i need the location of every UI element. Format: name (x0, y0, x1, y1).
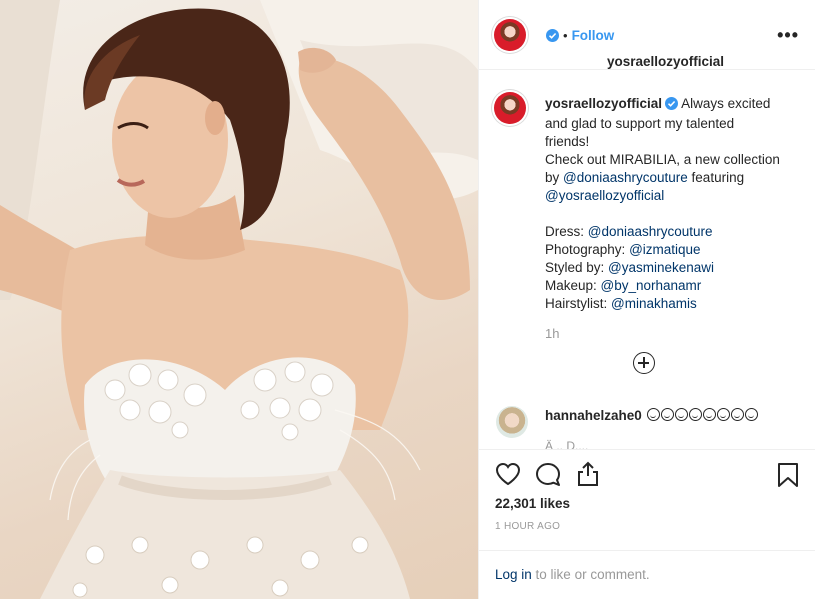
caption-text: friends! (545, 134, 590, 149)
login-link[interactable]: Log in (495, 567, 532, 582)
photo-illustration (0, 0, 478, 599)
caption-username[interactable]: yosraellozyofficial (545, 96, 662, 111)
caption-label: Photography: (545, 242, 630, 257)
smile-emoji-icon (744, 408, 758, 421)
mention-link[interactable]: @by_norhanamr (601, 278, 702, 293)
comment: hannahelzahe0 (545, 408, 758, 423)
post-caption: yosraellozyofficial Always excited and g… (545, 95, 803, 313)
caption-label: Makeup: (545, 278, 601, 293)
post-age: 1 HOUR AGO (495, 521, 561, 532)
commenter-username[interactable]: hannahelzahe0 (545, 408, 642, 423)
instagram-post-view: yosraellozyofficial • Follow ••• yosraello… (0, 0, 815, 599)
post-side-panel: yosraellozyofficial • Follow ••• yosraello… (478, 0, 815, 599)
smile-emoji-icon (646, 408, 660, 421)
likes-count[interactable]: 22,301 likes (495, 496, 570, 511)
smile-emoji-icon (674, 408, 688, 421)
caption-label: Hairstylist: (545, 296, 612, 311)
mention-link[interactable]: @yosraellozyofficial (545, 187, 803, 205)
smile-emoji-icon (688, 408, 702, 421)
author-avatar[interactable] (494, 19, 526, 51)
post-actions: 22,301 likes 1 HOUR AGO Log in to like o… (479, 449, 815, 599)
smile-emoji-icon (716, 408, 730, 421)
load-more-icon[interactable] (633, 352, 655, 374)
verified-badge-icon (546, 29, 559, 47)
caption-text: featuring (687, 170, 745, 185)
mention-link[interactable]: @doniaashrycouture (588, 224, 713, 239)
post-photo[interactable] (0, 0, 478, 599)
mention-link[interactable]: @doniaashrycouture (563, 170, 688, 185)
caption-label: Styled by: (545, 260, 609, 275)
smile-emoji-icon (730, 408, 744, 421)
commenter-avatar[interactable] (496, 406, 528, 438)
author-username[interactable]: yosraellozyofficial (607, 54, 724, 69)
mention-link[interactable]: @izmatique (629, 242, 700, 257)
share-icon[interactable] (575, 461, 601, 492)
follow-button[interactable]: Follow (572, 28, 615, 43)
verified-badge-icon (665, 97, 679, 115)
caption-timestamp: 1h (545, 326, 560, 341)
comments-area[interactable]: yosraellozyofficial Always excited and g… (479, 71, 815, 449)
heart-icon[interactable] (495, 462, 521, 491)
separator-dot: • (563, 28, 568, 43)
caption-text: Always excited (681, 96, 771, 111)
smile-emoji-icon (660, 408, 674, 421)
post-header: yosraellozyofficial • Follow ••• (479, 0, 815, 70)
more-options-icon[interactable]: ••• (777, 25, 799, 46)
comment-emojis (646, 408, 758, 423)
caption-text: Check out MIRABILIA, a new collection (545, 152, 780, 167)
comment-truncated: Ä .. D.... (545, 439, 589, 449)
author-line: yosraellozyofficial • Follow (543, 27, 724, 69)
mention-link[interactable]: @minakhamis (611, 296, 697, 311)
caption-text: and glad to support my talented (545, 116, 735, 131)
bookmark-icon[interactable] (777, 462, 799, 493)
login-prompt: Log in to like or comment. (479, 550, 815, 600)
mention-link[interactable]: @yasminekenawi (608, 260, 714, 275)
smile-emoji-icon (702, 408, 716, 421)
comment-icon[interactable] (535, 462, 561, 493)
caption-label: Dress: (545, 224, 588, 239)
caption-text: by (545, 170, 564, 185)
login-prompt-text: to like or comment. (531, 567, 650, 582)
caption-author-avatar[interactable] (494, 92, 526, 124)
